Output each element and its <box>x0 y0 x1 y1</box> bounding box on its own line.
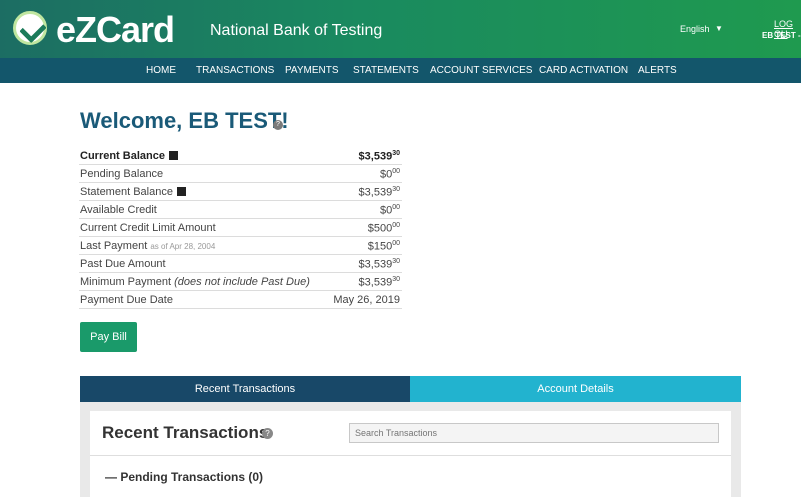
language-select[interactable]: English <box>680 24 710 34</box>
bank-name: National Bank of Testing <box>210 22 383 39</box>
balance-cents: 30 <box>392 150 400 157</box>
info-icon[interactable] <box>176 187 186 196</box>
balance-row: Current Balance $3,53930 <box>79 147 402 165</box>
balance-cents: 00 <box>392 168 400 175</box>
balance-label: Minimum Payment <box>80 276 172 288</box>
help-icon[interactable]: ? <box>273 120 283 130</box>
recent-transactions-title: Recent Transactions <box>102 423 269 442</box>
nav-home[interactable]: HOME <box>146 65 176 76</box>
divider <box>90 455 731 456</box>
welcome-heading: Welcome, EB TEST! <box>80 108 289 133</box>
balance-value: $0 <box>379 204 393 217</box>
balance-table: Current Balance $3,53930 Pending Balance… <box>79 147 402 309</box>
nav-transactions[interactable]: TRANSACTIONS <box>196 65 274 76</box>
balance-value: $3,539 <box>358 150 393 163</box>
balance-label: Pending Balance <box>80 168 164 180</box>
balance-row: Statement Balance $3,53930 <box>79 183 402 201</box>
balance-cents: 30 <box>392 276 400 283</box>
main-nav: HOME TRANSACTIONS PAYMENTS STATEMENTS AC… <box>0 58 801 83</box>
balance-row: Payment Due Date May 26, 2019 <box>79 291 402 309</box>
balance-value: $150 <box>367 240 393 253</box>
brand-name: eZCard <box>56 9 175 50</box>
nav-card-activation[interactable]: CARD ACTIVATION <box>539 65 628 76</box>
nav-statements[interactable]: STATEMENTS <box>353 65 419 76</box>
balance-row: Past Due Amount $3,53930 <box>79 255 402 273</box>
balance-value: $3,539 <box>358 258 393 271</box>
nav-account-services[interactable]: ACCOUNT SERVICES <box>430 65 532 76</box>
user-id: EB TEST - 019 <box>762 31 801 40</box>
balance-row: Minimum Payment (does not include Past D… <box>79 273 402 291</box>
ezcard-logo-icon <box>13 11 47 45</box>
balance-label: Last Payment <box>80 240 148 252</box>
top-header: eZCard National Bank of Testing English … <box>0 0 801 58</box>
balance-cents: 30 <box>392 258 400 265</box>
nav-payments[interactable]: PAYMENTS <box>285 65 339 76</box>
tab-recent-transactions[interactable]: Recent Transactions <box>80 376 410 402</box>
chevron-down-icon[interactable]: ▼ <box>715 24 723 33</box>
balance-cents: 30 <box>392 186 400 193</box>
balance-label: Payment Due Date <box>80 294 173 306</box>
balance-row: Available Credit $000 <box>79 201 402 219</box>
balance-note: (does not include Past Due) <box>174 276 310 288</box>
balance-value: $3,539 <box>358 186 393 199</box>
balance-label: Statement Balance <box>80 186 173 198</box>
tab-account-details[interactable]: Account Details <box>410 376 741 402</box>
balance-row: Current Credit Limit Amount $50000 <box>79 219 402 237</box>
balance-value: $0 <box>379 168 393 181</box>
search-input[interactable] <box>349 423 719 443</box>
info-icon[interactable] <box>168 151 178 160</box>
balance-label: Current Balance <box>80 150 165 162</box>
pending-transactions-toggle[interactable]: — Pending Transactions (0) <box>105 470 263 484</box>
help-icon[interactable]: ? <box>262 428 273 439</box>
nav-alerts[interactable]: ALERTS <box>638 65 677 76</box>
balance-label: Current Credit Limit Amount <box>80 222 216 234</box>
balance-row: Last Payment as of Apr 28, 2004 $15000 <box>79 237 402 255</box>
balance-note: as of Apr 28, 2004 <box>150 242 216 251</box>
pending-transactions-label: Pending Transactions (0) <box>120 470 264 484</box>
balance-label: Past Due Amount <box>80 258 166 270</box>
balance-cents: 00 <box>392 204 400 211</box>
balance-row: Pending Balance $000 <box>79 165 402 183</box>
balance-cents: 00 <box>392 240 400 247</box>
balance-label: Available Credit <box>80 204 157 216</box>
balance-value: $3,539 <box>358 276 393 289</box>
balance-value: $500 <box>367 222 393 235</box>
balance-cents: 00 <box>392 222 400 229</box>
pay-bill-button[interactable]: Pay Bill <box>80 322 137 352</box>
balance-value: May 26, 2019 <box>333 294 400 306</box>
